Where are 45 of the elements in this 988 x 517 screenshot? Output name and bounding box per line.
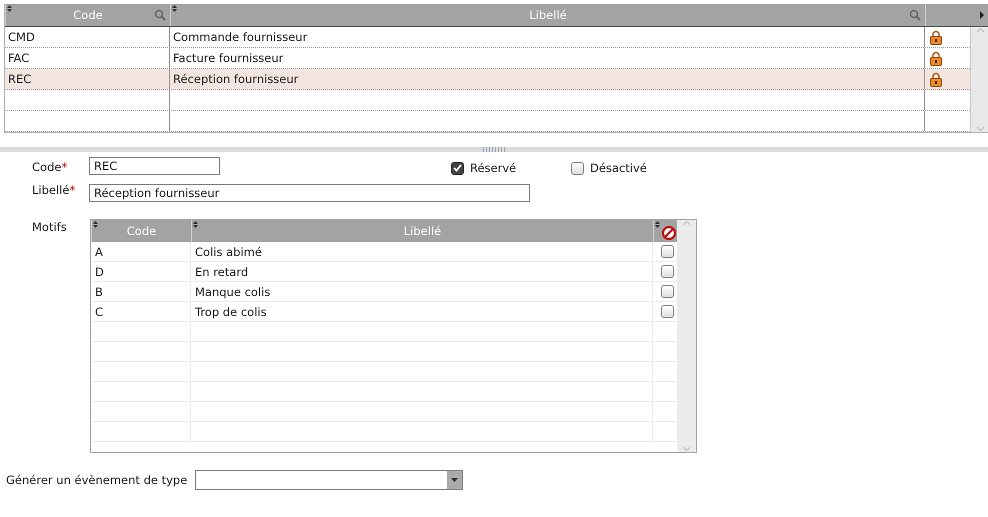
table-row[interactable]: CMD Commande fournisseur (5, 27, 970, 48)
table-cell: C (95, 304, 104, 318)
table-cell: B (95, 284, 103, 298)
field-label: Générer un évènement de type (6, 473, 188, 487)
table-cell: Manque colis (195, 284, 270, 298)
checkbox[interactable] (660, 265, 674, 278)
table-cell: A (95, 244, 103, 258)
field-label: Code* (32, 160, 68, 174)
checkbox[interactable] (660, 245, 674, 258)
checkbox[interactable] (571, 162, 584, 174)
checkbox[interactable] (660, 305, 674, 318)
search-icon[interactable] (154, 9, 166, 21)
code-field[interactable]: REC (89, 157, 220, 175)
column-menu-icon[interactable] (980, 11, 985, 19)
table-cell: Réception fournisseur (173, 72, 298, 86)
table-cell: Trop de colis (195, 304, 267, 318)
checkbox-label[interactable]: Réservé (470, 161, 516, 175)
prohibited-icon[interactable] (662, 226, 676, 240)
table-cell: Facture fournisseur (173, 51, 284, 65)
padlock-icon (930, 50, 942, 66)
event-type-dropdown[interactable] (195, 470, 464, 490)
checkbox[interactable] (660, 285, 674, 298)
table-cell: CMD (8, 30, 35, 44)
table-cell: D (95, 264, 104, 278)
checkbox-label[interactable]: Désactivé (590, 161, 647, 175)
splitter-handle[interactable] (483, 147, 505, 152)
checkbox[interactable] (451, 162, 464, 174)
sort-icon[interactable] (193, 221, 198, 228)
sort-icon[interactable] (655, 221, 660, 228)
table-cell: REC (8, 72, 32, 86)
table-cell: Commande fournisseur (173, 30, 308, 44)
sort-icon[interactable] (172, 5, 177, 12)
padlock-icon (930, 30, 942, 44)
sort-icon[interactable] (93, 221, 98, 228)
field-label: Motifs (32, 219, 68, 236)
padlock-icon (930, 72, 942, 86)
dropdown-caret-icon (451, 478, 458, 482)
field-label: Libellé* (32, 183, 76, 197)
table-row[interactable]: REC Réception fournisseur (5, 69, 970, 90)
label-field[interactable]: Réception fournisseur (89, 184, 530, 202)
table-cell: En retard (195, 264, 248, 278)
search-icon[interactable] (909, 9, 921, 21)
table-cell: Colis abimé (195, 244, 262, 258)
sort-icon[interactable] (7, 5, 12, 12)
table-cell: FAC (8, 51, 30, 65)
